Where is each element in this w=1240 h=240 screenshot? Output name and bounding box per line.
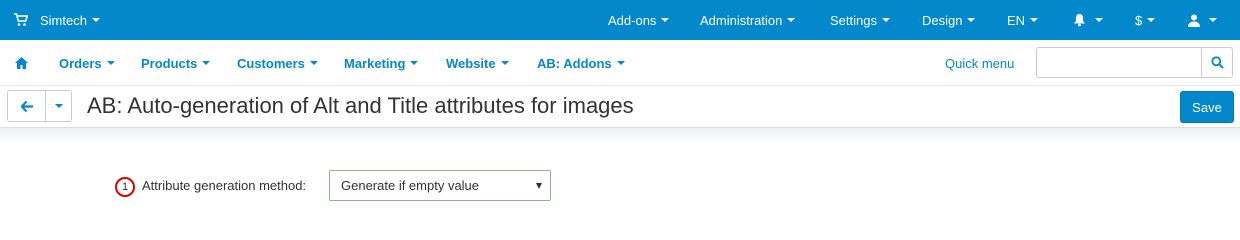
topnav-user[interactable] (1188, 0, 1217, 40)
chevron-down-icon (881, 18, 890, 22)
chevron-down-icon (787, 18, 796, 22)
home-link[interactable] (15, 40, 29, 86)
topnav-addons-label: Add-ons (608, 12, 657, 28)
user-icon (1188, 14, 1200, 27)
menu-website-label: Website (446, 55, 496, 71)
dropdown-arrow-icon (536, 183, 542, 189)
cart-icon (14, 13, 28, 26)
chevron-down-icon (616, 61, 625, 65)
topnav-settings[interactable]: Settings (830, 0, 890, 40)
search-input[interactable] (1036, 47, 1202, 78)
store-name: Simtech (40, 12, 87, 28)
topnav-administration-label: Administration (700, 12, 783, 28)
menu-products-label: Products (141, 55, 198, 71)
topnav-design[interactable]: Design (922, 0, 976, 40)
topnav-language-label: EN (1007, 12, 1026, 28)
content-shadow (0, 128, 1240, 146)
form-row-attribute-method: 1 Attribute generation method: Generate … (0, 170, 1240, 202)
attribute-method-selected-value: Generate if empty value (341, 178, 480, 193)
page-title: AB: Auto-generation of Alt and Title att… (87, 93, 634, 118)
top-bar: Simtech Add-ons Administration Settings … (0, 0, 1240, 40)
arrow-left-icon (20, 100, 33, 112)
annotation-marker: 1 (115, 177, 135, 197)
history-dropdown-button[interactable] (46, 90, 72, 122)
menu-customers-label: Customers (237, 55, 305, 71)
chevron-down-icon (106, 61, 115, 65)
title-bar: AB: Auto-generation of Alt and Title att… (0, 86, 1240, 128)
menu-marketing-label: Marketing (344, 55, 406, 71)
menu-marketing[interactable]: Marketing (344, 40, 419, 86)
chevron-down-icon (410, 61, 419, 65)
chevron-down-icon (500, 61, 509, 65)
topnav-currency-label: $ (1135, 12, 1143, 28)
menu-orders-label: Orders (59, 55, 102, 71)
home-icon (15, 57, 28, 69)
chevron-down-icon (1147, 18, 1156, 22)
quick-menu-link[interactable]: Quick menu (945, 40, 1014, 86)
topnav-notifications[interactable] (1073, 0, 1103, 40)
bell-icon (1074, 14, 1085, 27)
chevron-down-icon (1209, 18, 1217, 22)
chevron-down-icon (202, 61, 211, 65)
menu-ab-addons[interactable]: AB: Addons (537, 40, 625, 86)
menu-website[interactable]: Website (446, 40, 509, 86)
topnav-currency[interactable]: $ (1135, 0, 1156, 40)
store-switcher[interactable]: Simtech (14, 0, 100, 40)
chevron-down-icon (91, 18, 100, 22)
chevron-down-icon (661, 18, 670, 22)
menu-products[interactable]: Products (141, 40, 211, 86)
topnav-language[interactable]: EN (1007, 0, 1039, 40)
save-button[interactable]: Save (1180, 91, 1234, 123)
attribute-method-select[interactable]: Generate if empty value (329, 170, 551, 201)
attribute-method-label: Attribute generation method: (142, 178, 307, 193)
menu-customers[interactable]: Customers (237, 40, 318, 86)
topnav-settings-label: Settings (830, 12, 877, 28)
search-icon (1210, 56, 1224, 69)
topnav-administration[interactable]: Administration (700, 0, 796, 40)
chevron-down-icon (1030, 18, 1039, 22)
chevron-down-icon (1095, 18, 1103, 22)
search-button[interactable] (1201, 47, 1233, 78)
menu-ab-addons-label: AB: Addons (537, 55, 612, 71)
menu-orders[interactable]: Orders (59, 40, 115, 86)
chevron-down-icon (309, 61, 318, 65)
back-button[interactable] (7, 90, 46, 122)
topnav-design-label: Design (922, 12, 963, 28)
chevron-down-icon (967, 18, 976, 22)
chevron-down-icon (54, 104, 63, 108)
topnav-addons[interactable]: Add-ons (608, 0, 670, 40)
